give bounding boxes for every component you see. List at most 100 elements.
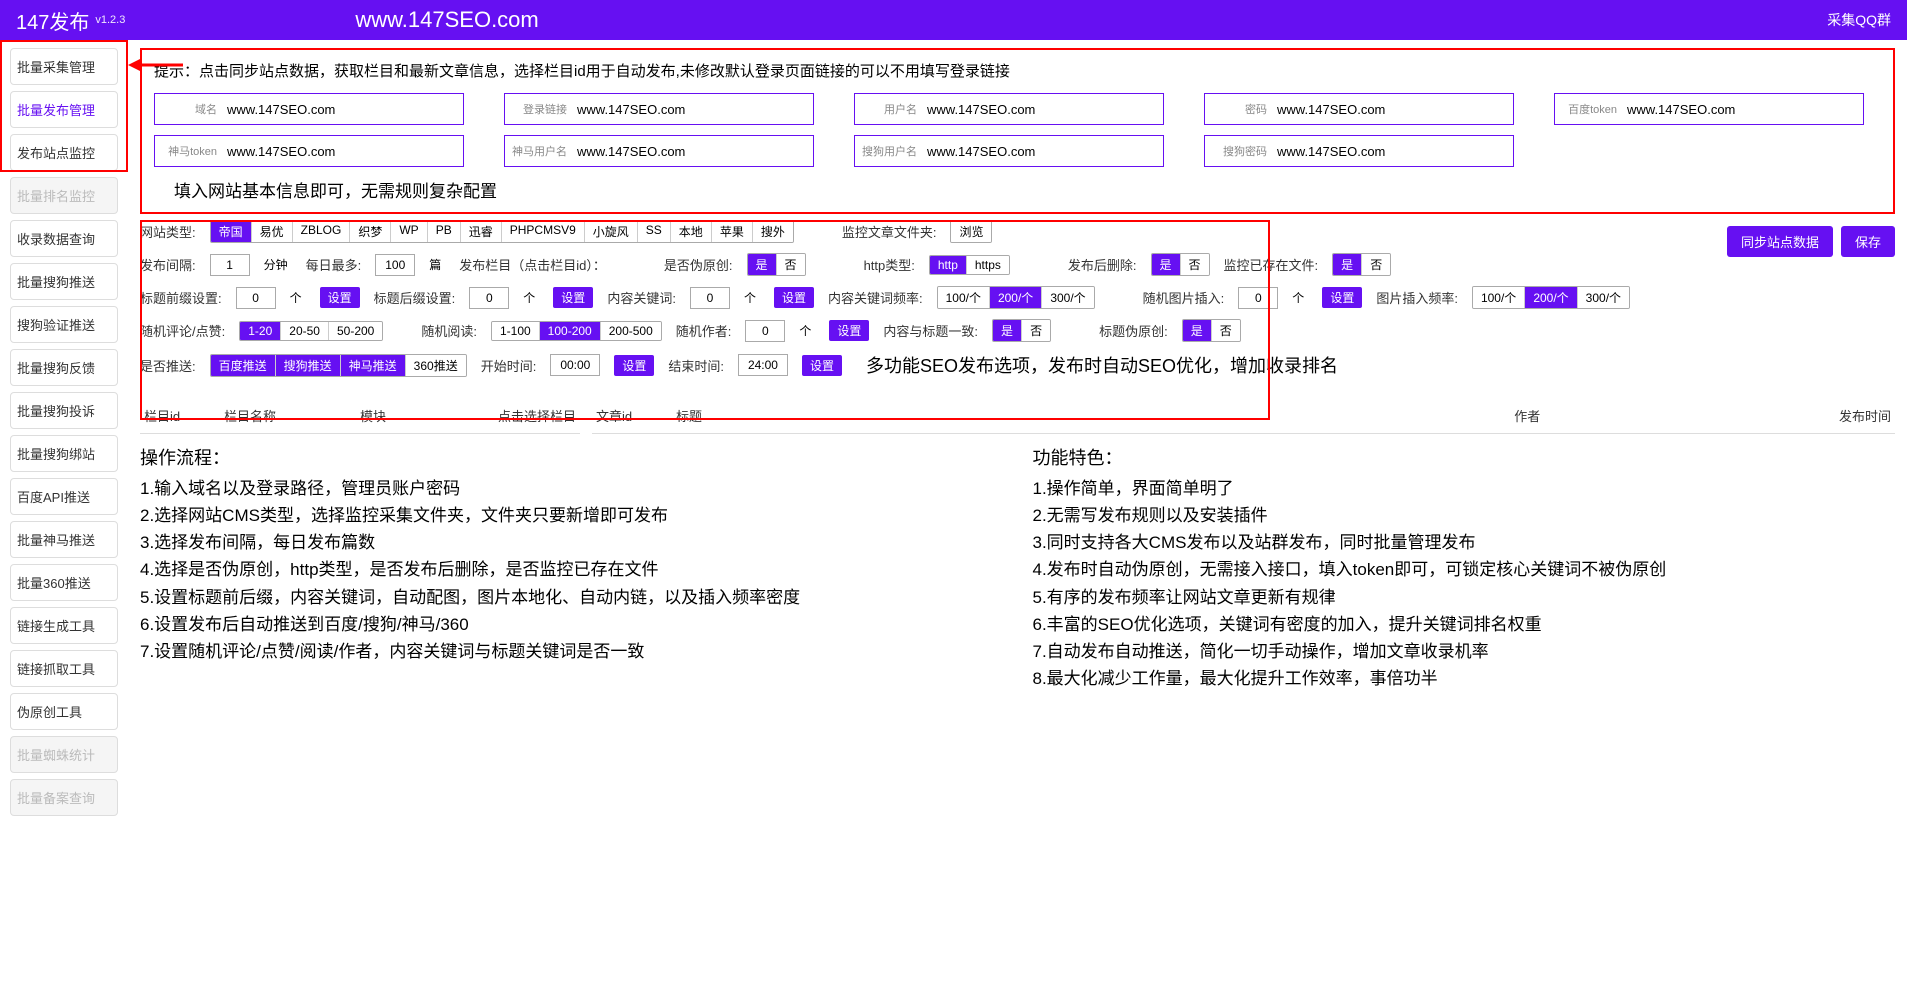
input-field-0[interactable] xyxy=(223,102,463,117)
sidebar-item-3: 批量排名监控 xyxy=(10,177,118,214)
app-version: v1.2.3 xyxy=(95,14,125,26)
input-note: 填入网站基本信息即可，无需规则复杂配置 xyxy=(174,177,497,202)
delete-toggle[interactable]: 是否 xyxy=(1151,253,1210,276)
input-field-4[interactable] xyxy=(1623,102,1863,117)
input-2: 用户名 xyxy=(854,93,1164,125)
sidebar-item-13[interactable]: 链接生成工具 xyxy=(10,607,118,644)
site-type-12[interactable]: 搜外 xyxy=(753,221,793,242)
site-type-6[interactable]: 迅睿 xyxy=(461,221,502,242)
site-type-4[interactable]: WP xyxy=(391,221,427,242)
site-type-5[interactable]: PB xyxy=(428,221,461,242)
sidebar-item-16: 批量蜘蛛统计 xyxy=(10,736,118,773)
sidebar-item-5[interactable]: 批量搜狗推送 xyxy=(10,263,118,300)
site-type-7[interactable]: PHPCMSV9 xyxy=(502,221,585,242)
site-type-8[interactable]: 小旋风 xyxy=(585,221,638,242)
start-input[interactable] xyxy=(550,354,600,376)
sidebar-item-12[interactable]: 批量360推送 xyxy=(10,564,118,601)
input-1: 登录链接 xyxy=(504,93,814,125)
delete-label: 发布后删除: xyxy=(1068,255,1137,274)
input-field-3[interactable] xyxy=(1273,102,1513,117)
sidebar-item-10[interactable]: 百度API推送 xyxy=(10,478,118,515)
prefix-set-button[interactable]: 设置 xyxy=(320,287,360,308)
site-type-0[interactable]: 帝国 xyxy=(211,221,252,242)
input-7: 搜狗用户名 xyxy=(854,135,1164,167)
suffix-set-button[interactable]: 设置 xyxy=(553,287,593,308)
input-6: 神马用户名 xyxy=(504,135,814,167)
start-set-button[interactable]: 设置 xyxy=(614,355,654,376)
site-type-9[interactable]: SS xyxy=(638,221,671,242)
read-group[interactable]: 1-100100-200200-500 xyxy=(491,321,662,341)
daily-input[interactable] xyxy=(375,254,415,276)
pseudo-toggle[interactable]: 是否 xyxy=(747,253,806,276)
sidebar-item-8[interactable]: 批量搜狗投诉 xyxy=(10,392,118,429)
prefix-label: 标题前缀设置: xyxy=(140,288,222,307)
sidebar-item-2[interactable]: 发布站点监控 xyxy=(10,134,118,171)
randimg-label: 随机图片插入: xyxy=(1143,288,1225,307)
site-type-2[interactable]: ZBLOG xyxy=(293,221,351,242)
browse-button[interactable]: 浏览 xyxy=(951,221,991,242)
interval-label: 发布间隔: xyxy=(140,255,196,274)
title-pseudo-label: 标题伪原创: xyxy=(1099,321,1168,340)
push-label: 是否推送: xyxy=(140,356,196,375)
sidebar-item-7[interactable]: 批量搜狗反馈 xyxy=(10,349,118,386)
monitor-toggle[interactable]: 是否 xyxy=(1332,253,1391,276)
sidebar-item-9[interactable]: 批量搜狗绑站 xyxy=(10,435,118,472)
input-field-5[interactable] xyxy=(223,144,463,159)
sync-button[interactable]: 同步站点数据 xyxy=(1727,226,1833,257)
title-pseudo-toggle[interactable]: 是否 xyxy=(1182,319,1241,342)
input-0: 域名 xyxy=(154,93,464,125)
end-input[interactable] xyxy=(738,354,788,376)
sidebar-item-1[interactable]: 批量发布管理 xyxy=(10,91,118,128)
keyword-label: 内容关键词: xyxy=(607,288,676,307)
sidebar-item-17: 批量备案查询 xyxy=(10,779,118,816)
match-label: 内容与标题一致: xyxy=(883,321,978,340)
imgfreq-group[interactable]: 100/个200/个300/个 xyxy=(1472,286,1630,309)
sidebar-item-14[interactable]: 链接抓取工具 xyxy=(10,650,118,687)
input-field-8[interactable] xyxy=(1273,144,1513,159)
input-5: 神马token xyxy=(154,135,464,167)
save-button[interactable]: 保存 xyxy=(1841,226,1895,257)
input-3: 密码 xyxy=(1204,93,1514,125)
arrow-icon xyxy=(128,55,188,75)
monitor-label: 监控已存在文件: xyxy=(1224,255,1319,274)
sidebar-item-0[interactable]: 批量采集管理 xyxy=(10,48,118,85)
keyword-set-button[interactable]: 设置 xyxy=(774,287,814,308)
sidebar-item-11[interactable]: 批量神马推送 xyxy=(10,521,118,558)
qq-group-link[interactable]: 采集QQ群 xyxy=(1827,10,1891,30)
pseudo-label: 是否伪原创: xyxy=(664,255,733,274)
input-field-6[interactable] xyxy=(573,144,813,159)
like-group[interactable]: 1-2020-5050-200 xyxy=(239,321,383,341)
site-type-1[interactable]: 易优 xyxy=(252,221,293,242)
kwfreq-label: 内容关键词频率: xyxy=(828,288,923,307)
keyword-input[interactable] xyxy=(690,287,730,309)
author-input[interactable] xyxy=(745,320,785,342)
match-toggle[interactable]: 是否 xyxy=(992,319,1051,342)
input-8: 搜狗密码 xyxy=(1204,135,1514,167)
prefix-input[interactable] xyxy=(236,287,276,309)
input-field-1[interactable] xyxy=(573,102,813,117)
interval-input[interactable] xyxy=(210,254,250,276)
randimg-set-button[interactable]: 设置 xyxy=(1322,287,1362,308)
imgfreq-label: 图片插入频率: xyxy=(1376,288,1458,307)
site-type-group[interactable]: 帝国易优ZBLOG织梦WPPB迅睿PHPCMSV9小旋风SS本地苹果搜外 xyxy=(210,220,794,243)
column-label: 发布栏目（点击栏目id）： xyxy=(459,255,606,274)
site-type-11[interactable]: 苹果 xyxy=(712,221,753,242)
site-type-10[interactable]: 本地 xyxy=(671,221,712,242)
suffix-input[interactable] xyxy=(469,287,509,309)
kwfreq-group[interactable]: 100/个200/个300/个 xyxy=(937,286,1095,309)
site-type-3[interactable]: 织梦 xyxy=(350,221,391,242)
sidebar: 批量采集管理批量发布管理发布站点监控批量排名监控收录数据查询批量搜狗推送搜狗验证… xyxy=(0,40,128,830)
daily-unit: 篇 xyxy=(429,256,441,273)
http-toggle[interactable]: httphttps xyxy=(929,255,1010,275)
push-group[interactable]: 百度推送搜狗推送神马推送360推送 xyxy=(210,354,467,377)
input-field-7[interactable] xyxy=(923,144,1163,159)
end-set-button[interactable]: 设置 xyxy=(802,355,842,376)
monitor-folder-label: 监控文章文件夹: xyxy=(842,222,937,241)
read-label: 随机阅读: xyxy=(421,321,477,340)
author-set-button[interactable]: 设置 xyxy=(829,320,869,341)
input-field-2[interactable] xyxy=(923,102,1163,117)
randimg-input[interactable] xyxy=(1238,287,1278,309)
sidebar-item-15[interactable]: 伪原创工具 xyxy=(10,693,118,730)
sidebar-item-6[interactable]: 搜狗验证推送 xyxy=(10,306,118,343)
sidebar-item-4[interactable]: 收录数据查询 xyxy=(10,220,118,257)
